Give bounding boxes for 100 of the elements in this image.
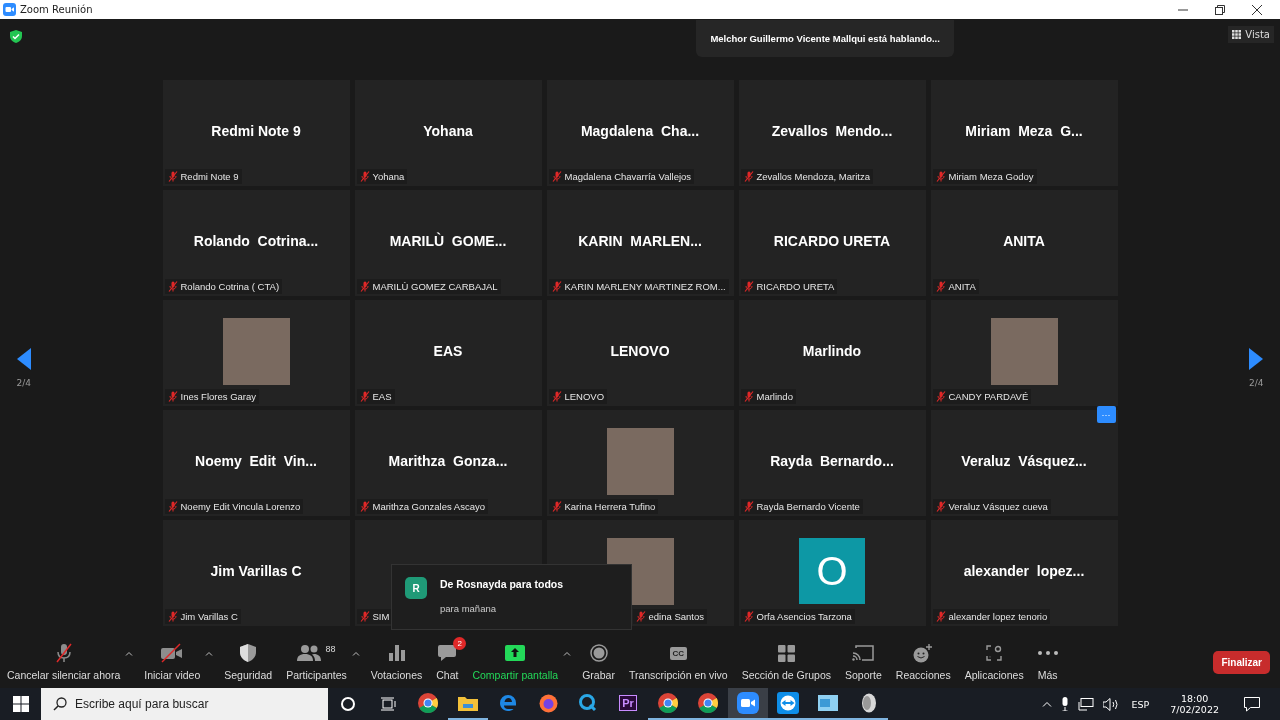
chrome-icon[interactable]: [698, 693, 718, 713]
muted-mic-icon: [359, 391, 370, 402]
premiere-icon[interactable]: Pr: [619, 695, 637, 711]
avatar-letter: O: [799, 538, 865, 604]
muted-mic-icon: [551, 501, 562, 512]
task-view-icon[interactable]: [380, 697, 396, 711]
participant-label: ANITA: [948, 281, 976, 292]
grid-icon: [777, 644, 795, 662]
toolbar-button[interactable]: Más: [1034, 641, 1061, 683]
end-meeting-button[interactable]: Finalizar: [1213, 650, 1270, 674]
edge-icon[interactable]: [499, 694, 517, 712]
participant-name: EAS: [433, 343, 463, 359]
record-icon: [589, 644, 608, 662]
participant-label: Zevallos Mendoza, Maritza: [756, 171, 871, 182]
participant-label: MARILÙ GOMEZ CARBAJAL: [372, 281, 498, 292]
participant-name: ANITA: [1003, 233, 1045, 249]
toolbar-button[interactable]: Iniciar video: [141, 641, 204, 683]
toolbar-button[interactable]: Grabar: [579, 641, 618, 683]
video-camera-icon[interactable]: [737, 692, 759, 714]
previous-page-icon[interactable]: [16, 348, 31, 370]
muted-mic-icon: [551, 391, 562, 402]
participant-label: CANDY PARDAVÉ: [948, 391, 1029, 402]
muted-mic-icon: [167, 391, 178, 402]
toolbar-button[interactable]: Soporte: [842, 641, 885, 683]
toolbar-button[interactable]: 88 Participantes: [283, 641, 350, 683]
muted-mic-icon: [167, 281, 178, 292]
muted-mic-icon: [743, 611, 754, 622]
participant-label: Miriam Meza Godoy: [948, 171, 1034, 182]
toolbar-button[interactable]: Seguridad: [221, 641, 276, 683]
participant-label: LENOVO: [564, 391, 605, 402]
participant-name: Redmi Note 9: [211, 123, 301, 139]
q-app-icon[interactable]: [579, 694, 597, 712]
language-indicator[interactable]: ESP: [1131, 698, 1150, 710]
camera-icon: [3, 3, 16, 16]
participant-name: Magdalena Cha...: [580, 123, 700, 139]
windows-start-icon[interactable]: [13, 696, 29, 712]
toolbar-button[interactable]: Votaciones: [367, 641, 426, 683]
chrome-icon[interactable]: [418, 693, 438, 713]
participant-name: Rolando Cotrina...: [193, 233, 319, 249]
participant-label: Orfa Asencios Tarzona: [756, 611, 852, 622]
folder-icon[interactable]: [458, 695, 478, 711]
participant-label: Yohana: [372, 171, 405, 182]
caret-icon[interactable]: [351, 651, 360, 656]
restore-icon[interactable]: [1215, 4, 1225, 15]
speaker-banner: Melchor Guillermo Vicente Mallqui está hablando...: [696, 20, 954, 57]
microphone-icon[interactable]: [1060, 697, 1069, 711]
network-icon[interactable]: [1077, 697, 1094, 711]
muted-mic-icon: [743, 281, 754, 292]
next-page-icon[interactable]: [1249, 348, 1264, 370]
clock-date[interactable]: 7/02/2022: [1170, 704, 1219, 715]
page-indicator: 2/4: [1249, 378, 1264, 388]
participant-label: alexander lopez tenorio: [948, 611, 1048, 622]
chat-notification[interactable]: R De Rosnayda para todos para mañana: [391, 564, 632, 630]
participant-name: KARIN MARLEN...: [578, 233, 702, 249]
participant-name: Marlindo: [802, 343, 862, 359]
chat-bubble-icon: [438, 644, 457, 662]
muted-mic-icon: [359, 501, 370, 512]
muted-mic-icon: [935, 611, 946, 622]
teamviewer-icon[interactable]: [777, 692, 799, 714]
participant-name: Noemy Edit Vin...: [195, 453, 317, 469]
participant-label: SIM: [372, 611, 390, 622]
video-off-icon: [160, 643, 185, 663]
participant-name: Veraluz Vásquez...: [961, 453, 1087, 469]
participant-name: Zevallos Mendo...: [771, 123, 893, 139]
notifications-icon[interactable]: [1244, 696, 1260, 712]
muted-mic-icon: [935, 171, 946, 182]
close-icon[interactable]: [1252, 4, 1262, 15]
toolbar-button[interactable]: CC Transcripción en vivo: [625, 641, 731, 683]
caret-icon[interactable]: [563, 651, 572, 656]
toolbar-button[interactable]: Aplicaciones: [961, 641, 1027, 683]
shield-icon[interactable]: [10, 30, 22, 43]
toolbar-button[interactable]: Cancelar silenciar ahora: [4, 641, 124, 683]
muted-mic-icon: [167, 501, 178, 512]
captions-icon: CC: [669, 646, 688, 660]
caret-icon[interactable]: [125, 651, 134, 656]
muted-mic-icon: [359, 611, 370, 622]
toolbar-button[interactable]: Compartir pantalla: [469, 641, 562, 683]
clock-time[interactable]: 18:00: [1180, 693, 1209, 704]
muted-mic-icon: [743, 501, 754, 512]
speaker-icon[interactable]: [860, 693, 876, 713]
participant-label: Ines Flores Garay: [180, 391, 256, 402]
cortana-icon[interactable]: [341, 697, 355, 711]
participant-label: KARIN MARLENY MARTINEZ ROM...: [564, 281, 726, 292]
participant-label: Rolando Cotrina ( CTA): [180, 281, 280, 292]
cast-icon: [852, 645, 875, 661]
toolbar-button[interactable]: Sección de Grupos: [738, 641, 835, 683]
search-field[interactable]: Escribe aquí para buscar: [41, 688, 328, 720]
volume-icon[interactable]: [1102, 697, 1119, 711]
caret-icon[interactable]: [205, 651, 214, 656]
participant-label: Redmi Note 9: [180, 171, 239, 182]
muted-mic-icon: [743, 171, 754, 182]
participant-label: Magdalena Chavarría Vallejos: [564, 171, 692, 182]
participant-label: Jim Varillas C: [180, 611, 238, 622]
muted-mic-icon: [935, 391, 946, 402]
photo-placeholder: [990, 317, 1058, 385]
participant-label: RICARDO URETA: [756, 281, 835, 292]
chrome-icon[interactable]: [658, 693, 678, 713]
view-button[interactable]: Vista: [1228, 26, 1274, 43]
toolbar-button[interactable]: Reacciones: [892, 641, 954, 683]
avatar-letter: R: [405, 577, 427, 599]
